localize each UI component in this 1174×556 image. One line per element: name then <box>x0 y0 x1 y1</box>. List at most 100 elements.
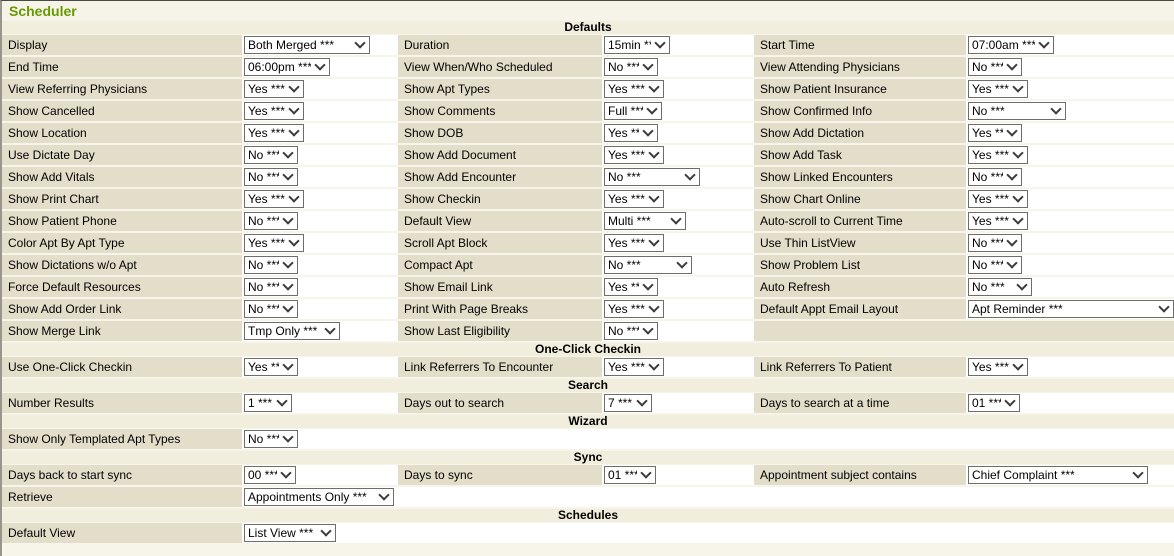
show-only-templated-apt-types-select[interactable]: No *** <box>244 430 298 448</box>
link-referrers-to-encounter-select[interactable]: Yes *** <box>604 358 664 376</box>
settings-row: Days back to start sync00 ***Days to syn… <box>2 465 1174 485</box>
use-thin-listview-select[interactable]: No *** <box>968 234 1022 252</box>
selected-value: No *** <box>608 60 639 74</box>
selected-value: No *** <box>608 258 641 272</box>
view-referring-physicians-select[interactable]: Yes *** <box>244 80 304 98</box>
field-value-cell: Yes *** <box>242 101 398 121</box>
selected-value: No *** <box>972 280 1005 294</box>
selected-value: No *** <box>972 236 1003 250</box>
field-value-cell: 01 *** <box>966 393 1174 413</box>
field-label-compact-apt: Compact Apt <box>398 255 602 275</box>
selected-value: 07:00am *** <box>972 38 1035 52</box>
days-to-search-at-a-time-select[interactable]: 01 *** <box>968 394 1020 412</box>
selected-value: Yes *** <box>972 82 1009 96</box>
link-referrers-to-patient-select[interactable]: Yes *** <box>968 358 1028 376</box>
view-when-who-scheduled-select[interactable]: No *** <box>604 58 658 76</box>
field-label-show-problem-list: Show Problem List <box>754 255 966 275</box>
show-print-chart-select[interactable]: Yes *** <box>244 190 304 208</box>
field-label-days-to-search-at-a-time: Days to search at a time <box>754 393 966 413</box>
duration-select[interactable]: 15min *** <box>604 36 670 54</box>
show-dictations-w-o-apt-select[interactable]: No *** <box>244 256 298 274</box>
selected-value: Both Merged *** <box>248 38 334 52</box>
default-view-select[interactable]: List View *** <box>244 524 336 542</box>
days-back-to-start-sync-select[interactable]: 00 *** <box>244 466 296 484</box>
field-label-show-add-encounter: Show Add Encounter <box>398 167 602 187</box>
field-value-cell: Multi *** <box>602 211 754 231</box>
use-dictate-day-select[interactable]: No *** <box>244 146 298 164</box>
show-cancelled-select[interactable]: Yes *** <box>244 102 304 120</box>
chevron-down-icon <box>670 213 681 224</box>
field-label-show-confirmed-info: Show Confirmed Info <box>754 101 966 121</box>
force-default-resources-select[interactable]: No *** <box>244 278 298 296</box>
selected-value: Yes *** <box>248 236 285 250</box>
default-view-select[interactable]: Multi *** <box>604 212 686 230</box>
show-dob-select[interactable]: Yes ** <box>604 124 658 142</box>
show-patient-phone-select[interactable]: No *** <box>244 212 298 230</box>
selected-value: No *** <box>972 170 1003 184</box>
field-value-cell: No *** <box>242 299 398 319</box>
field-label-end-time: End Time <box>2 57 242 77</box>
settings-row: Use One-Click CheckinYes **Link Referrer… <box>2 357 1174 377</box>
field-value-cell: Yes ** <box>602 277 754 297</box>
selected-value: Yes *** <box>972 360 1009 374</box>
field-value-cell: Yes *** <box>966 189 1174 209</box>
show-apt-types-select[interactable]: Yes *** <box>604 80 664 98</box>
field-value-cell: Yes *** <box>966 145 1174 165</box>
show-chart-online-select[interactable]: Yes *** <box>968 190 1028 208</box>
show-last-eligibility-select[interactable]: No *** <box>604 322 658 340</box>
section-header-one-click-checkin: One-Click Checkin <box>2 343 1174 356</box>
field-label-show-email-link: Show Email Link <box>398 277 602 297</box>
settings-body: DefaultsDisplayBoth Merged ***Duration15… <box>2 21 1174 543</box>
show-email-link-select[interactable]: Yes ** <box>604 278 658 296</box>
retrieve-select[interactable]: Appointments Only *** <box>244 488 394 506</box>
show-confirmed-info-select[interactable]: No *** <box>968 102 1066 120</box>
empty-value-cell <box>966 321 1174 341</box>
show-comments-select[interactable]: Full *** <box>604 102 662 120</box>
days-to-sync-select[interactable]: 01 *** <box>604 466 656 484</box>
view-attending-physicians-select[interactable]: No *** <box>968 58 1022 76</box>
field-value-cell: No *** <box>242 145 398 165</box>
default-appt-email-layout-select[interactable]: Apt Reminder *** <box>968 300 1174 318</box>
appointment-subject-contains-select[interactable]: Chief Complaint *** <box>968 466 1148 484</box>
field-value-cell: No *** <box>602 321 754 341</box>
days-out-to-search-select[interactable]: 7 *** <box>604 394 652 412</box>
show-location-select[interactable]: Yes *** <box>244 124 304 142</box>
field-label-show-apt-types: Show Apt Types <box>398 79 602 99</box>
show-linked-encounters-select[interactable]: No *** <box>968 168 1022 186</box>
show-add-vitals-select[interactable]: No *** <box>244 168 298 186</box>
field-value-cell: No *** <box>242 211 398 231</box>
compact-apt-select[interactable]: No *** <box>604 256 692 274</box>
selected-value: Yes *** <box>248 104 285 118</box>
color-apt-by-apt-type-select[interactable]: Yes *** <box>244 234 304 252</box>
show-checkin-select[interactable]: Yes *** <box>604 190 664 208</box>
start-time-select[interactable]: 07:00am *** <box>968 36 1054 54</box>
selected-value: 00 *** <box>248 468 277 482</box>
show-add-task-select[interactable]: Yes *** <box>968 146 1028 164</box>
chevron-down-icon <box>1158 301 1169 312</box>
show-add-encounter-select[interactable]: No *** <box>604 168 700 186</box>
number-results-select[interactable]: 1 *** <box>244 394 292 412</box>
show-problem-list-select[interactable]: No *** <box>968 256 1022 274</box>
field-value-cell: Yes *** <box>242 189 398 209</box>
show-merge-link-select[interactable]: Tmp Only *** <box>244 322 340 340</box>
field-label-display: Display <box>2 35 242 55</box>
field-value-cell: 07:00am *** <box>966 35 1174 55</box>
field-label-use-one-click-checkin: Use One-Click Checkin <box>2 357 242 377</box>
empty-label-cell <box>754 321 966 341</box>
field-label-days-back-to-start-sync: Days back to start sync <box>2 465 242 485</box>
use-one-click-checkin-select[interactable]: Yes ** <box>244 358 298 376</box>
display-select[interactable]: Both Merged *** <box>244 36 370 54</box>
settings-row: Show Merge LinkTmp Only ***Show Last Eli… <box>2 321 1174 341</box>
settings-row: Number Results1 ***Days out to search7 *… <box>2 393 1174 413</box>
scroll-apt-block-select[interactable]: Yes *** <box>604 234 664 252</box>
show-add-dictation-select[interactable]: Yes ** <box>968 124 1022 142</box>
auto-refresh-select[interactable]: No *** <box>968 278 1032 296</box>
show-patient-insurance-select[interactable]: Yes *** <box>968 80 1028 98</box>
show-add-document-select[interactable]: Yes *** <box>604 146 664 164</box>
chevron-down-icon <box>654 37 665 48</box>
show-add-order-link-select[interactable]: No *** <box>244 300 298 318</box>
print-with-page-breaks-select[interactable]: Yes *** <box>604 300 664 318</box>
field-value-cell: Appointments Only *** <box>242 487 398 507</box>
auto-scroll-to-current-time-select[interactable]: Yes *** <box>968 212 1028 230</box>
end-time-select[interactable]: 06:00pm *** <box>244 58 330 76</box>
